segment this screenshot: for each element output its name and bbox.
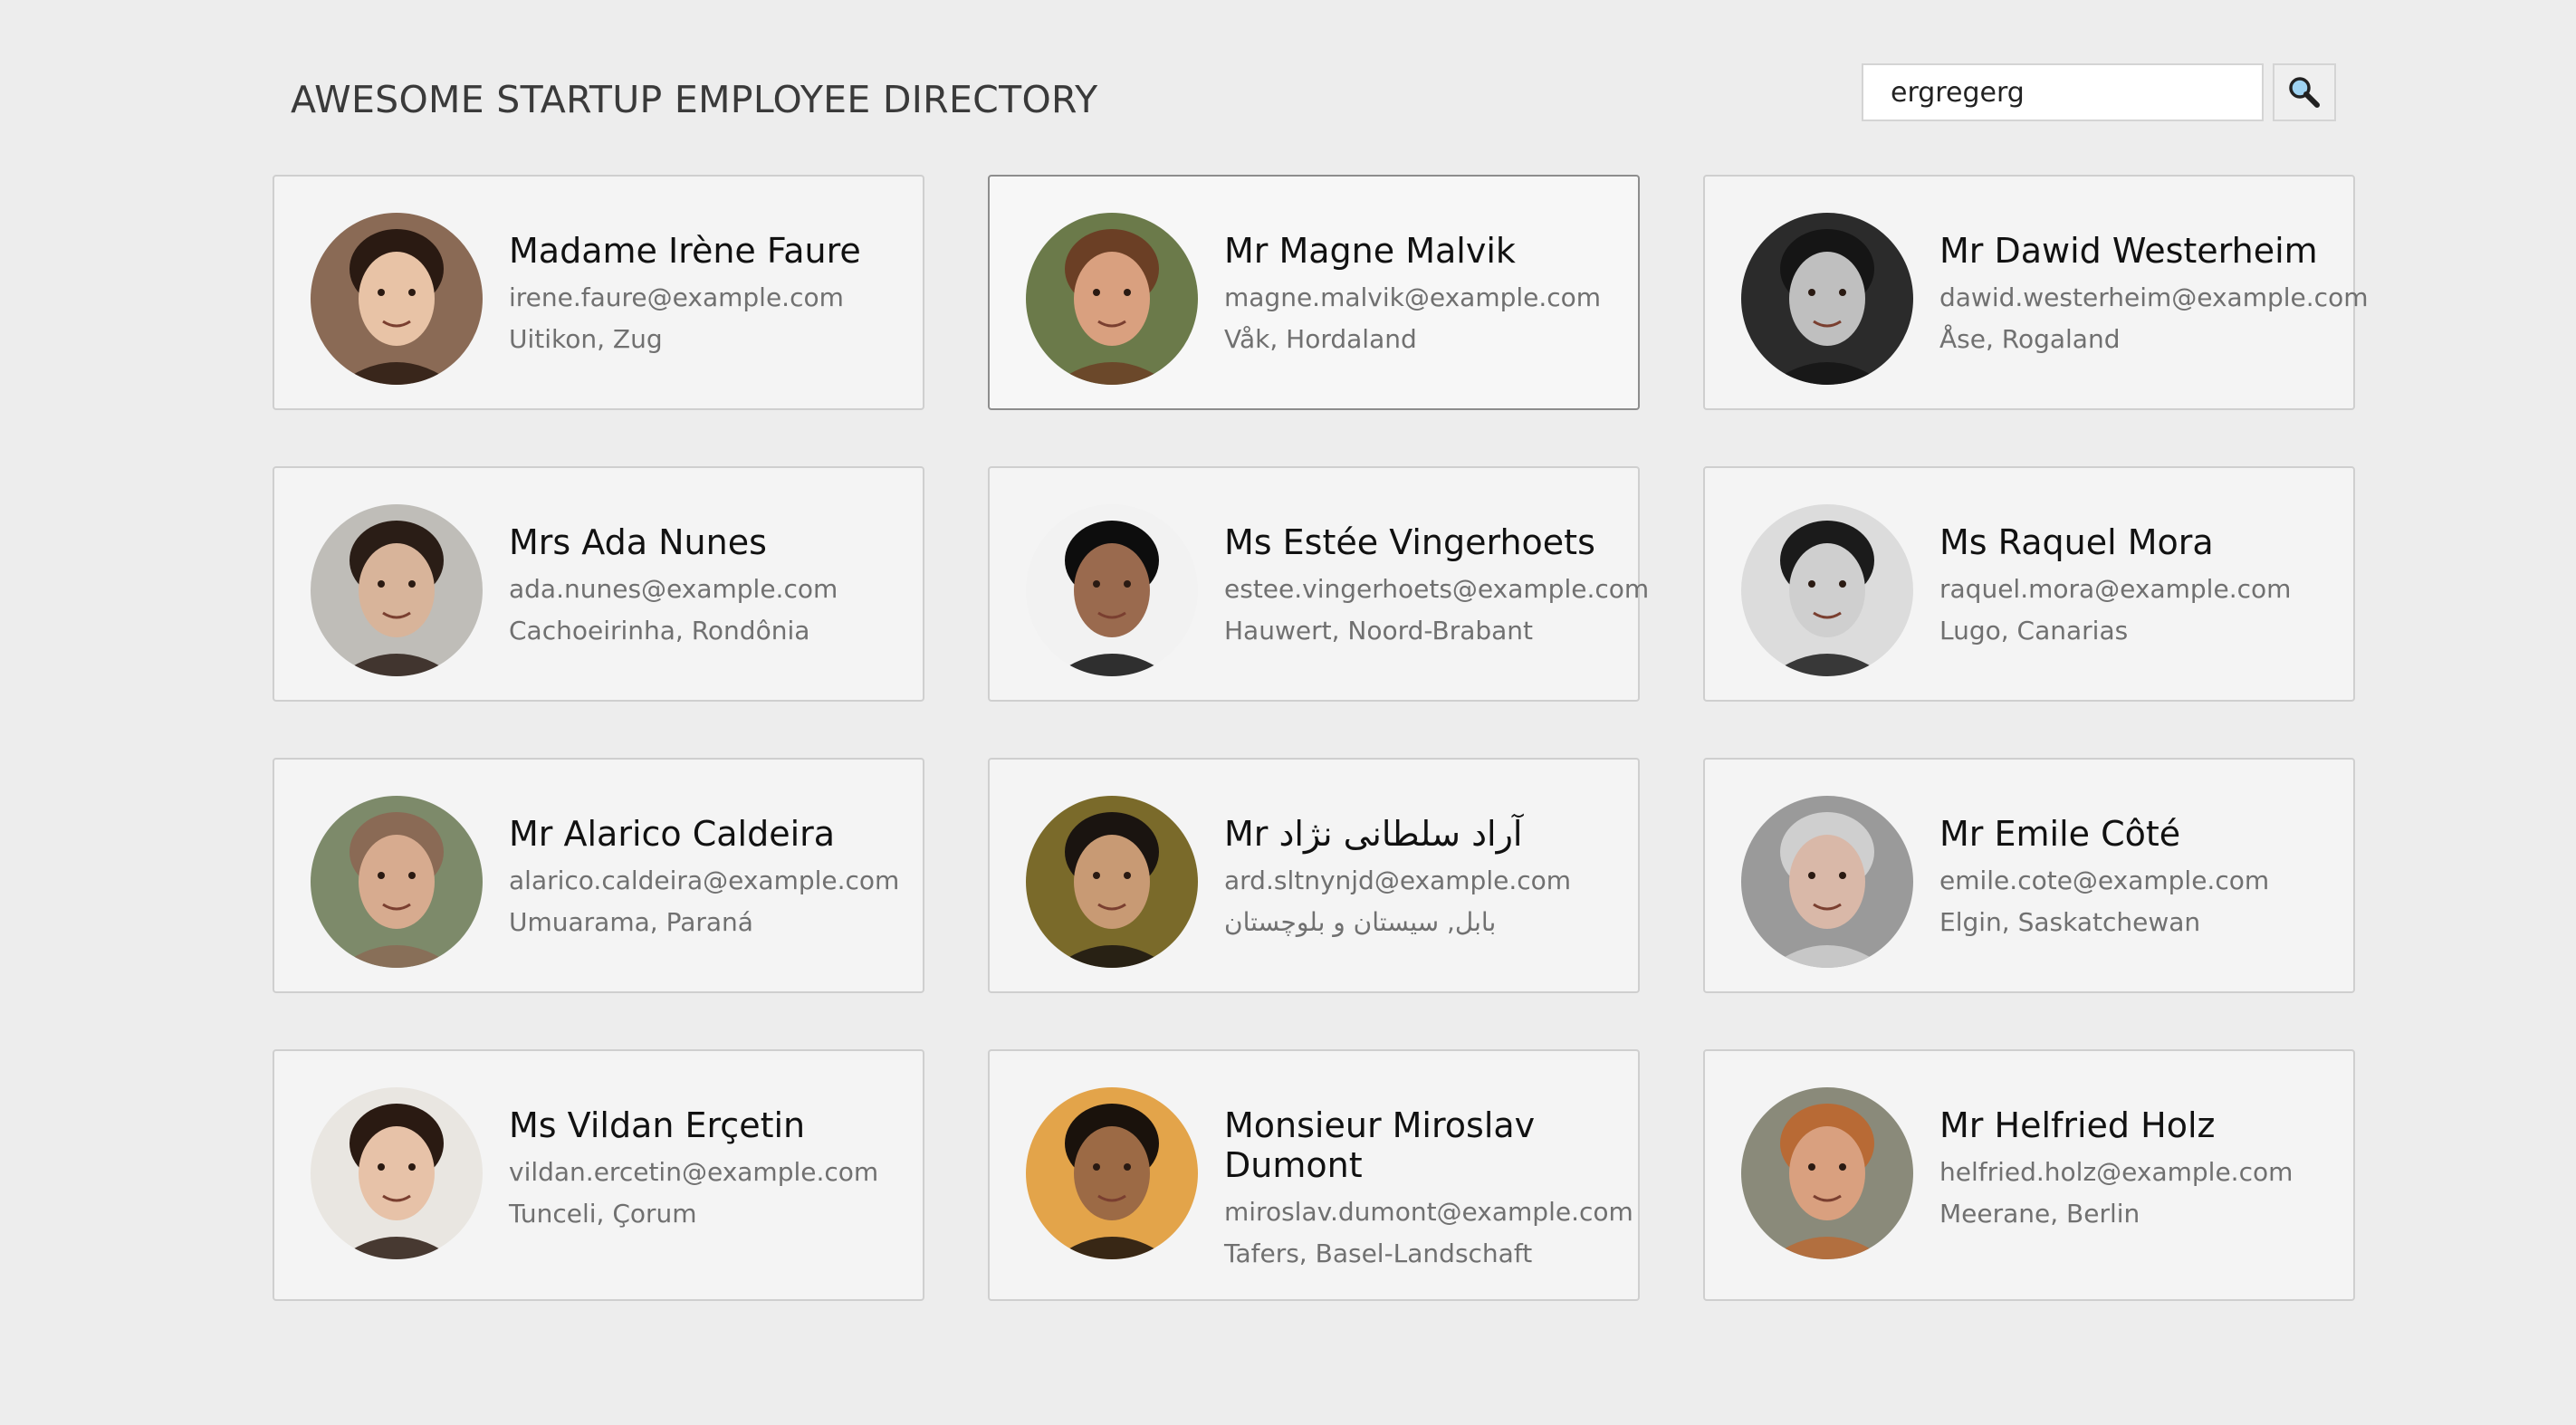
employee-name: Monsieur Miroslav Dumont bbox=[1224, 1105, 1536, 1185]
avatar bbox=[311, 1087, 483, 1259]
employee-location: Elgin, Saskatchewan bbox=[1939, 907, 2201, 937]
avatar bbox=[1026, 504, 1198, 676]
employee-card[interactable]: Mr Magne Malvik magne.malvik@example.com… bbox=[988, 175, 1640, 410]
employee-name: Mrs Ada Nunes bbox=[509, 522, 767, 562]
employee-email: estee.vingerhoets@example.com bbox=[1224, 574, 1650, 604]
employee-card[interactable]: Mrs Ada Nunes ada.nunes@example.com Cach… bbox=[273, 466, 924, 702]
employee-location: Meerane, Berlin bbox=[1939, 1199, 2140, 1229]
employee-email: miroslav.dumont@example.com bbox=[1224, 1197, 1633, 1227]
avatar bbox=[1026, 1087, 1198, 1259]
employee-name: Mr Helfried Holz bbox=[1939, 1105, 2216, 1145]
employee-email: magne.malvik@example.com bbox=[1224, 282, 1602, 312]
employee-card[interactable]: Mr Helfried Holz helfried.holz@example.c… bbox=[1703, 1049, 2355, 1301]
avatar bbox=[1741, 213, 1913, 385]
employee-name: Mr Magne Malvik bbox=[1224, 231, 1516, 271]
avatar bbox=[311, 504, 483, 676]
employee-name: Ms Vildan Erçetin bbox=[509, 1105, 806, 1145]
employee-location: Tafers, Basel-Landschaft bbox=[1224, 1239, 1533, 1268]
page-title: AWESOME STARTUP EMPLOYEE DIRECTORY bbox=[291, 78, 1098, 121]
employee-location: Våk, Hordaland bbox=[1224, 324, 1417, 354]
employee-name: Mr آراد سلطانی نژاد bbox=[1224, 814, 1523, 854]
employee-name: Mr Alarico Caldeira bbox=[509, 814, 836, 854]
avatar bbox=[1741, 504, 1913, 676]
employee-location: Hauwert, Noord-Brabant bbox=[1224, 616, 1534, 646]
employee-email: ard.sltnynjd@example.com bbox=[1224, 866, 1572, 895]
employee-card[interactable]: Mr Dawid Westerheim dawid.westerheim@exa… bbox=[1703, 175, 2369, 410]
avatar bbox=[1741, 1087, 1913, 1259]
employee-email: vildan.ercetin@example.com bbox=[509, 1157, 879, 1187]
employee-location: Lugo, Canarias bbox=[1939, 616, 2129, 646]
employee-name: Ms Estée Vingerhoets bbox=[1224, 522, 1595, 562]
employee-card[interactable]: Ms Vildan Erçetin vildan.ercetin@example… bbox=[273, 1049, 924, 1301]
employee-grid: Madame Irène Faure irene.faure@example.c… bbox=[273, 175, 2369, 1301]
employee-email: ada.nunes@example.com bbox=[509, 574, 838, 604]
employee-location: Uitikon, Zug bbox=[509, 324, 663, 354]
avatar bbox=[1741, 796, 1913, 968]
employee-email: helfried.holz@example.com bbox=[1939, 1157, 2294, 1187]
avatar bbox=[311, 796, 483, 968]
search-input[interactable] bbox=[1862, 63, 2264, 121]
employee-email: irene.faure@example.com bbox=[509, 282, 844, 312]
employee-location: بابل, سیستان و بلوچستان bbox=[1224, 907, 1497, 937]
employee-location: Tunceli, Çorum bbox=[509, 1199, 697, 1229]
employee-name: Ms Raquel Mora bbox=[1939, 522, 2214, 562]
employee-card[interactable]: Mr Alarico Caldeira alarico.caldeira@exa… bbox=[273, 758, 924, 993]
employee-location: Åse, Rogaland bbox=[1939, 324, 2121, 354]
employee-name: Mr Emile Côté bbox=[1939, 814, 2181, 854]
employee-card[interactable]: Ms Estée Vingerhoets estee.vingerhoets@e… bbox=[988, 466, 1650, 702]
avatar bbox=[1026, 213, 1198, 385]
employee-email: raquel.mora@example.com bbox=[1939, 574, 2292, 604]
avatar bbox=[311, 213, 483, 385]
magnifier-icon bbox=[2289, 77, 2320, 108]
employee-card[interactable]: Ms Raquel Mora raquel.mora@example.com L… bbox=[1703, 466, 2355, 702]
employee-location: Cachoeirinha, Rondônia bbox=[509, 616, 810, 646]
search-button[interactable] bbox=[2273, 63, 2336, 121]
employee-card[interactable]: Madame Irène Faure irene.faure@example.c… bbox=[273, 175, 924, 410]
avatar bbox=[1026, 796, 1198, 968]
header: AWESOME STARTUP EMPLOYEE DIRECTORY bbox=[0, 0, 2576, 163]
employee-card[interactable]: Monsieur Miroslav Dumont miroslav.dumont… bbox=[988, 1049, 1640, 1301]
employee-card[interactable]: Mr Emile Côté emile.cote@example.com Elg… bbox=[1703, 758, 2355, 993]
employee-email: emile.cote@example.com bbox=[1939, 866, 2270, 895]
employee-card[interactable]: Mr آراد سلطانی نژاد ard.sltnynjd@example… bbox=[988, 758, 1640, 993]
employee-location: Umuarama, Paraná bbox=[509, 907, 753, 937]
employee-name: Mr Dawid Westerheim bbox=[1939, 231, 2318, 271]
employee-name: Madame Irène Faure bbox=[509, 231, 861, 271]
employee-email: dawid.westerheim@example.com bbox=[1939, 282, 2369, 312]
employee-email: alarico.caldeira@example.com bbox=[509, 866, 900, 895]
